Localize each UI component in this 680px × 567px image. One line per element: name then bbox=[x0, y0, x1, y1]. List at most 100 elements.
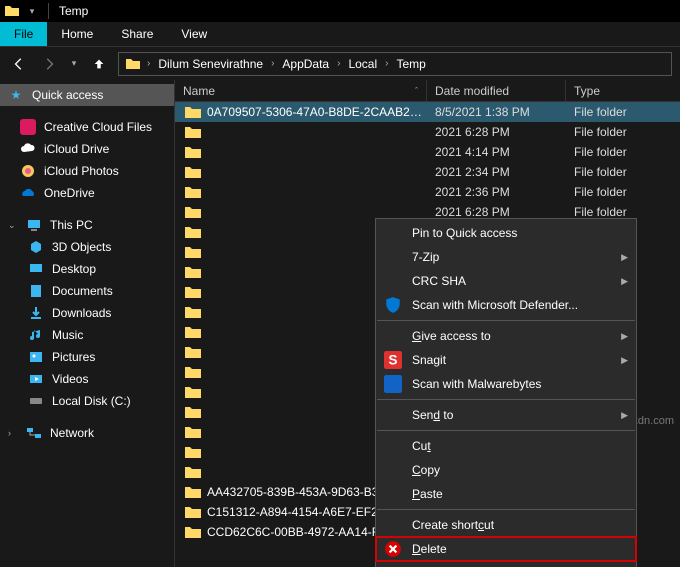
up-button[interactable] bbox=[88, 53, 110, 75]
file-tab[interactable]: File bbox=[0, 22, 47, 46]
file-type: File folder bbox=[566, 125, 627, 139]
chevron-right-icon: ▶ bbox=[621, 252, 628, 263]
menu-item-snagit[interactable]: SSnagit▶ bbox=[376, 348, 636, 372]
tab-share[interactable]: Share bbox=[107, 22, 167, 46]
menu-item-cut[interactable]: Cut bbox=[376, 434, 636, 458]
menu-item-send-to[interactable]: Send to▶ bbox=[376, 403, 636, 427]
recent-dropdown[interactable]: ▾ bbox=[68, 53, 80, 75]
file-type: File folder bbox=[566, 145, 627, 159]
menu-item-copy[interactable]: Copy bbox=[376, 458, 636, 482]
sidebar-item[interactable]: iCloud Photos bbox=[0, 160, 174, 182]
blank-icon bbox=[384, 248, 402, 266]
menu-label: Give access to bbox=[412, 329, 608, 343]
sidebar-item[interactable]: Creative Cloud Files bbox=[0, 116, 174, 138]
file-name: 0A709507-5306-47A0-B8DE-2CAAB298D4… bbox=[207, 105, 427, 119]
menu-label: 7-Zip bbox=[412, 250, 608, 264]
chevron-right-icon[interactable]: › bbox=[383, 58, 390, 69]
file-row[interactable]: 2021 4:14 PMFile folder bbox=[175, 142, 680, 162]
col-name[interactable]: Nameˆ bbox=[175, 80, 427, 101]
file-date: 2021 4:14 PM bbox=[427, 145, 566, 159]
file-pane: Nameˆ Date modified Type 0A709507-5306-4… bbox=[175, 80, 680, 567]
pc-icon bbox=[26, 217, 42, 233]
sidebar-label: Videos bbox=[52, 372, 88, 386]
menu-item-paste[interactable]: Paste bbox=[376, 482, 636, 506]
tab-home[interactable]: Home bbox=[47, 22, 107, 46]
icon bbox=[28, 305, 44, 321]
icon bbox=[28, 327, 44, 343]
menu-separator bbox=[377, 430, 635, 431]
file-date: 2021 6:28 PM bbox=[427, 125, 566, 139]
sidebar-item[interactable]: Music bbox=[0, 324, 174, 346]
context-menu: Pin to Quick access7-Zip▶CRC SHA▶Scan wi… bbox=[375, 218, 637, 567]
sort-icon: ˆ bbox=[415, 86, 418, 96]
col-type[interactable]: Type bbox=[566, 80, 680, 101]
ribbon: File Home Share View bbox=[0, 22, 680, 46]
sidebar-network[interactable]: › Network bbox=[0, 422, 174, 444]
mwb-icon bbox=[384, 375, 402, 393]
chevron-right-icon[interactable]: › bbox=[269, 58, 276, 69]
sidebar-quick-access[interactable]: ★ Quick access bbox=[0, 84, 174, 106]
sidebar-item[interactable]: Downloads bbox=[0, 302, 174, 324]
blank-icon bbox=[384, 272, 402, 290]
sidebar: ★ Quick access Creative Cloud FilesiClou… bbox=[0, 80, 175, 567]
menu-item-create-shortcut[interactable]: Create shortcut bbox=[376, 513, 636, 537]
sidebar-item[interactable]: Pictures bbox=[0, 346, 174, 368]
crumb[interactable]: AppData bbox=[280, 57, 331, 71]
menu-item-delete[interactable]: Delete bbox=[376, 537, 636, 561]
down-arrow-icon[interactable]: ▾ bbox=[24, 3, 40, 19]
icon bbox=[20, 185, 36, 201]
chevron-right-icon: ▶ bbox=[621, 276, 628, 287]
menu-label: Cut bbox=[412, 439, 608, 453]
icon bbox=[20, 119, 36, 135]
menu-item-scan-with-microsoft-defender-[interactable]: Scan with Microsoft Defender... bbox=[376, 293, 636, 317]
sidebar-label: Downloads bbox=[52, 306, 111, 320]
file-row[interactable]: 2021 2:34 PMFile folder bbox=[175, 162, 680, 182]
sidebar-item[interactable]: Local Disk (C:) bbox=[0, 390, 174, 412]
icon bbox=[28, 261, 44, 277]
column-headers[interactable]: Nameˆ Date modified Type bbox=[175, 80, 680, 102]
file-row[interactable]: 2021 6:28 PMFile folder bbox=[175, 122, 680, 142]
menu-label: Pin to Quick access bbox=[412, 226, 608, 240]
menu-item-rename[interactable]: Rename bbox=[376, 561, 636, 567]
menu-item-scan-with-malwarebytes[interactable]: Scan with Malwarebytes bbox=[376, 372, 636, 396]
breadcrumb[interactable]: › Dilum Senevirathne › AppData › Local ›… bbox=[118, 52, 672, 76]
menu-label: Delete bbox=[412, 542, 608, 556]
sidebar-label: Quick access bbox=[32, 88, 103, 102]
sidebar-item[interactable]: Documents bbox=[0, 280, 174, 302]
title-bar: ▾ Temp bbox=[0, 0, 680, 22]
menu-label: Create shortcut bbox=[412, 518, 608, 532]
chevron-right-icon[interactable]: › bbox=[145, 58, 152, 69]
sidebar-item[interactable]: Videos bbox=[0, 368, 174, 390]
icon bbox=[28, 283, 44, 299]
sidebar-label: Desktop bbox=[52, 262, 96, 276]
chevron-right-icon: ▶ bbox=[621, 355, 628, 366]
sidebar-label: iCloud Photos bbox=[44, 164, 119, 178]
tab-view[interactable]: View bbox=[167, 22, 221, 46]
file-row[interactable]: 2021 2:36 PMFile folder bbox=[175, 182, 680, 202]
sidebar-item[interactable]: OneDrive bbox=[0, 182, 174, 204]
crumb[interactable]: Dilum Senevirathne bbox=[156, 57, 265, 71]
sidebar-item[interactable]: iCloud Drive bbox=[0, 138, 174, 160]
back-button[interactable] bbox=[8, 53, 30, 75]
col-date[interactable]: Date modified bbox=[427, 80, 566, 101]
menu-item-pin-to-quick-access[interactable]: Pin to Quick access bbox=[376, 221, 636, 245]
chevron-right-icon[interactable]: › bbox=[8, 428, 18, 438]
sidebar-item[interactable]: Desktop bbox=[0, 258, 174, 280]
blank-icon bbox=[384, 461, 402, 479]
crumb[interactable]: Local bbox=[346, 57, 379, 71]
crumb[interactable]: Temp bbox=[394, 57, 427, 71]
chevron-down-icon[interactable]: ⌄ bbox=[8, 220, 18, 231]
sidebar-label: Network bbox=[50, 426, 94, 440]
forward-button[interactable] bbox=[38, 53, 60, 75]
menu-item-crc-sha[interactable]: CRC SHA▶ bbox=[376, 269, 636, 293]
file-row[interactable]: 0A709507-5306-47A0-B8DE-2CAAB298D4…8/5/2… bbox=[175, 102, 680, 122]
menu-item-give-access-to[interactable]: Give access to▶ bbox=[376, 324, 636, 348]
chevron-right-icon[interactable]: › bbox=[335, 58, 342, 69]
icon bbox=[28, 349, 44, 365]
menu-separator bbox=[377, 399, 635, 400]
sidebar-item[interactable]: 3D Objects bbox=[0, 236, 174, 258]
file-date: 2021 6:28 PM bbox=[427, 205, 566, 219]
nav-bar: ▾ › Dilum Senevirathne › AppData › Local… bbox=[0, 46, 680, 80]
sidebar-this-pc[interactable]: ⌄ This PC bbox=[0, 214, 174, 236]
menu-item--zip[interactable]: 7-Zip ▶ bbox=[376, 245, 636, 269]
